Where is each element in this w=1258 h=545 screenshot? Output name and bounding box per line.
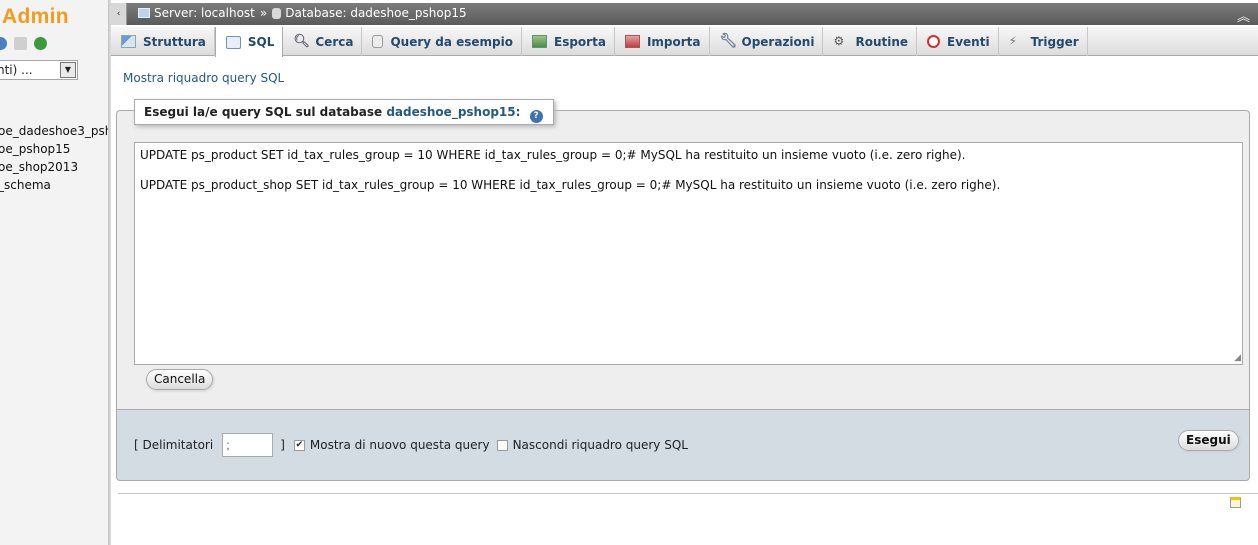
wrench-icon: 🔧︎ — [719, 33, 738, 49]
app-logo[interactable]: Admin — [2, 5, 69, 29]
routine-icon: ⚙ — [833, 34, 845, 48]
sql-icon — [225, 35, 241, 49]
query-options-row: [ Delimitatori ] ✔ Mostra di nuovo quest… — [134, 433, 688, 457]
tab-label: Struttura — [143, 34, 206, 49]
server-select-value: nti) ... — [0, 63, 33, 77]
database-list: oe_dadeshoe3_psh oe_pshop15 oe_shop2013 … — [0, 122, 108, 194]
import-icon — [624, 35, 640, 48]
database-item[interactable]: oe_pshop15 — [0, 140, 108, 158]
resize-grip-icon[interactable]: ◢ — [1234, 353, 1241, 363]
tab-sql[interactable]: SQL — [214, 27, 284, 57]
nav-resize-handle[interactable] — [108, 0, 111, 545]
breadcrumb-server[interactable]: Server: localhost — [154, 6, 255, 20]
breadcrumb-database[interactable]: Database: dadeshoe_pshop15 — [285, 6, 466, 20]
query-icon — [372, 35, 384, 48]
chevron-down-icon: ▼ — [60, 62, 76, 78]
tab-label: Operazioni — [741, 34, 815, 49]
tab-query-da-esempio[interactable]: Query da esempio — [362, 27, 522, 56]
show-again-label[interactable]: Mostra di nuovo questa query — [310, 438, 490, 452]
reload-icon[interactable] — [34, 37, 47, 50]
breadcrumb-bar: ‹ Server: localhost » Database: dadeshoe… — [111, 3, 1258, 25]
show-query-box-link[interactable]: Mostra riquadro query SQL — [123, 71, 284, 85]
tab-trigger[interactable]: ⚡︎ Trigger — [999, 27, 1088, 56]
home-icon[interactable] — [0, 37, 7, 50]
tab-importa[interactable]: Importa — [615, 27, 710, 56]
tab-label: Eventi — [947, 34, 990, 49]
trigger-icon: ⚡︎ — [1008, 34, 1018, 48]
navigation-panel: Admin nti) ... ▼ oe_dadeshoe3_psh oe_psh… — [0, 0, 108, 545]
execute-button[interactable]: Esegui — [1178, 430, 1239, 451]
server-icon — [138, 8, 150, 18]
database-item[interactable]: _schema — [0, 176, 108, 194]
breadcrumb: Server: localhost » Database: dadeshoe_p… — [138, 6, 467, 20]
server-select[interactable]: nti) ... ▼ — [0, 60, 78, 80]
export-icon — [532, 35, 547, 48]
search-icon: 🔍︎ — [293, 34, 310, 49]
legend-database-link[interactable]: dadeshoe_pshop15: — [386, 105, 520, 119]
hide-box-label[interactable]: Nascondi riquadro query SQL — [513, 438, 688, 452]
sql-query-textarea[interactable]: UPDATE ps_product SET id_tax_rules_group… — [134, 142, 1243, 365]
help-icon[interactable]: ? — [529, 110, 543, 123]
legend-prefix: Esegui la/e query SQL sul database — [144, 105, 383, 119]
tab-cerca[interactable]: 🔍︎ Cerca — [283, 27, 363, 56]
database-item[interactable]: oe_shop2013 — [0, 158, 108, 176]
collapse-up-icon[interactable]: ︽ — [1237, 6, 1250, 25]
tab-bar: Struttura SQL 🔍︎ Cerca Query da esempio … — [111, 27, 1258, 57]
nav-icon-bar — [0, 37, 47, 50]
tab-label: Esporta — [554, 34, 606, 49]
divider — [118, 493, 1258, 494]
database-icon — [272, 7, 282, 19]
collapse-nav-button[interactable]: ‹ — [111, 3, 127, 25]
sql-fieldset-legend: Esegui la/e query SQL sul database dades… — [134, 99, 554, 125]
cancel-button[interactable]: Cancella — [146, 369, 214, 390]
docs-icon[interactable] — [14, 37, 27, 50]
show-again-checkbox[interactable]: ✔ — [293, 439, 305, 451]
database-item[interactable]: oe_dadeshoe3_psh — [0, 122, 108, 140]
tab-label: Importa — [646, 34, 701, 49]
note-icon[interactable] — [1230, 497, 1241, 508]
tab-label: Trigger — [1030, 34, 1079, 49]
tab-label: Cerca — [315, 34, 354, 49]
tab-struttura[interactable]: Struttura — [111, 27, 215, 56]
tab-label: Query da esempio — [390, 34, 513, 49]
tab-label: Routine — [855, 34, 909, 49]
structure-icon — [121, 35, 136, 48]
tab-operazioni[interactable]: 🔧︎ Operazioni — [710, 27, 824, 56]
sql-line: UPDATE ps_product SET id_tax_rules_group… — [140, 148, 966, 162]
hide-box-checkbox[interactable] — [496, 439, 508, 451]
tab-eventi[interactable]: Eventi — [917, 27, 999, 56]
clock-icon — [927, 35, 941, 48]
tab-esporta[interactable]: Esporta — [522, 27, 615, 56]
tab-label: SQL — [247, 35, 275, 49]
tab-routine[interactable]: ⚙ Routine — [823, 27, 918, 56]
delimiter-input[interactable] — [222, 433, 274, 457]
sql-line: UPDATE ps_product_shop SET id_tax_rules_… — [140, 178, 1001, 192]
delimiter-label-close: ] — [280, 438, 285, 452]
breadcrumb-separator: » — [259, 6, 268, 20]
delimiter-label: [ Delimitatori — [134, 438, 214, 452]
